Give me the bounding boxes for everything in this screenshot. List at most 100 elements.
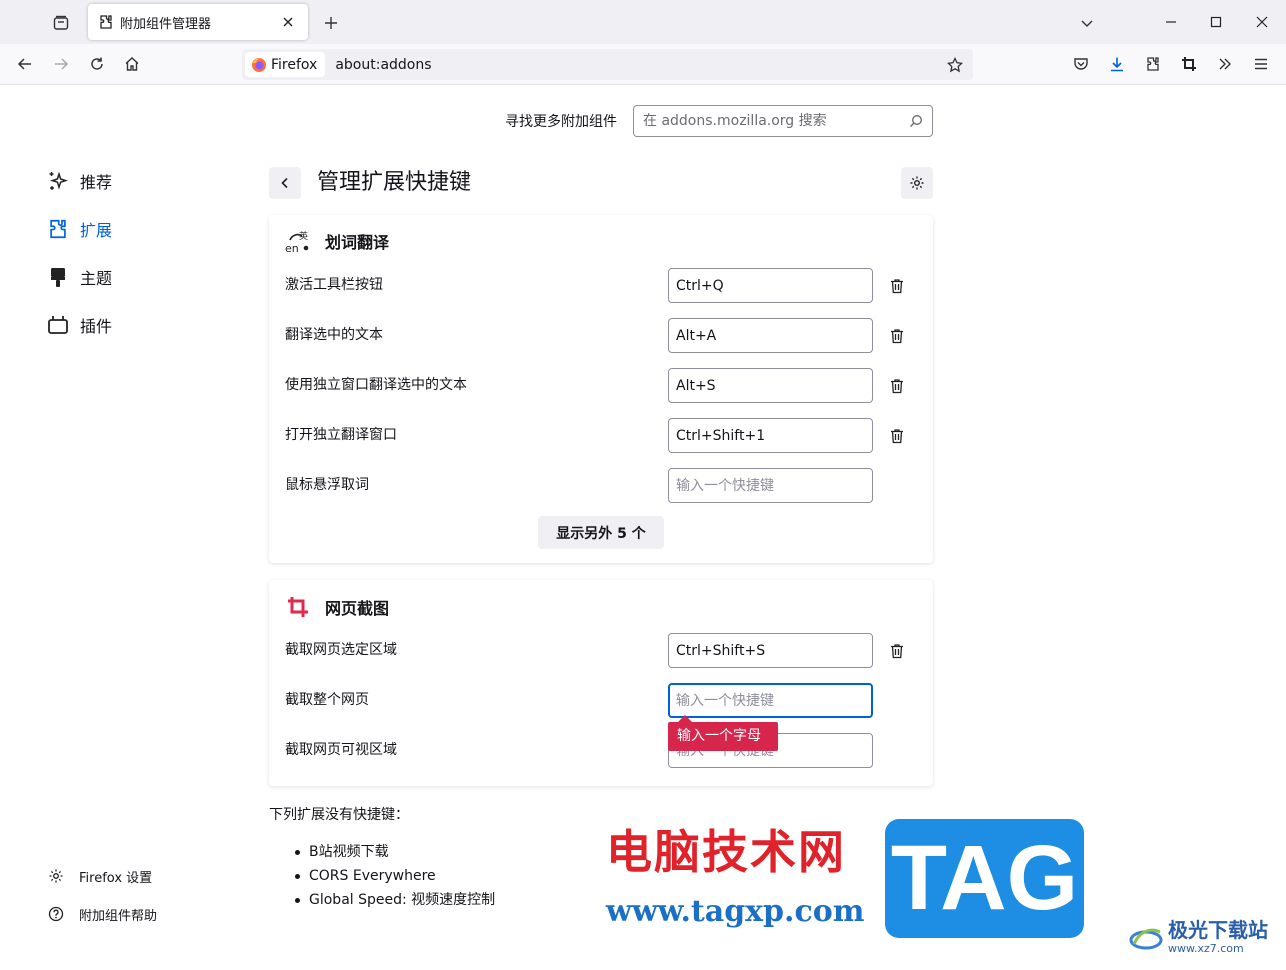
reload-button[interactable] — [83, 50, 111, 78]
url-text[interactable]: about:addons — [335, 57, 431, 73]
firefox-view-icon — [53, 15, 69, 30]
shortcut-input[interactable] — [668, 368, 873, 403]
help-icon — [46, 904, 66, 924]
screenshot-button[interactable] — [1175, 50, 1203, 78]
arrow-right-icon — [55, 58, 69, 70]
watermark-site-name: 极光下载站 — [1168, 918, 1268, 942]
sidebar-item-recommended[interactable]: 推荐 — [46, 166, 112, 196]
firefox-settings-link[interactable]: Firefox 设置 — [46, 864, 152, 888]
shortcut-label: 截取整个网页 — [285, 692, 369, 708]
list-all-tabs-button[interactable] — [1074, 10, 1100, 36]
overflow-button[interactable] — [1211, 50, 1239, 78]
aurora-logo-icon — [1129, 928, 1163, 950]
firefox-view-button[interactable] — [46, 10, 76, 36]
shortcut-label: 打开独立翻译窗口 — [285, 427, 397, 443]
shortcut-row: 使用独立窗口翻译选中的文本 — [285, 368, 917, 403]
shortcut-input[interactable] — [668, 268, 873, 303]
addons-search-input[interactable] — [643, 113, 909, 129]
shortcut-row: 鼠标悬浮取词 — [285, 468, 917, 503]
addons-search-box[interactable] — [633, 105, 933, 137]
list-item: CORS Everywhere — [295, 864, 495, 888]
shortcut-input[interactable] — [668, 633, 873, 668]
identity-box[interactable]: Firefox — [245, 52, 326, 77]
shortcut-input[interactable] — [668, 468, 873, 503]
remove-shortcut-button[interactable] — [885, 324, 909, 348]
download-icon — [1111, 57, 1123, 72]
new-tab-button[interactable] — [318, 10, 344, 36]
page-title: 管理扩展快捷键 — [317, 170, 472, 195]
home-button[interactable] — [118, 50, 146, 78]
sidebar-item-label: 扩展 — [80, 221, 113, 240]
list-item: B站视频下载 — [295, 840, 495, 864]
no-shortcuts-list: B站视频下载 CORS Everywhere Global Speed: 视频速… — [295, 840, 495, 912]
remove-shortcut-button[interactable] — [885, 274, 909, 298]
shortcut-row: 截取网页选定区域 — [285, 633, 917, 668]
extensions-button[interactable] — [1139, 50, 1167, 78]
trash-icon — [891, 329, 903, 344]
trash-icon — [891, 644, 903, 659]
puzzle-icon — [100, 15, 112, 29]
translate-icon: en 英 — [285, 228, 311, 254]
shortcut-input-focused[interactable] — [668, 683, 873, 718]
minimize-button[interactable] — [1156, 8, 1186, 36]
forward-button[interactable] — [47, 50, 75, 78]
menu-button[interactable] — [1247, 50, 1275, 78]
arrow-left-icon — [17, 58, 31, 70]
watermark-url: www.tagxp.com — [606, 894, 865, 929]
watermark-cn-text: 电脑技术网 — [606, 825, 846, 879]
list-item: Global Speed: 视频速度控制 — [295, 888, 495, 912]
downloads-button[interactable] — [1103, 50, 1131, 78]
trash-icon — [891, 379, 903, 394]
page-options-button[interactable] — [901, 167, 933, 199]
star-icon — [947, 57, 963, 73]
shortcut-input[interactable] — [668, 318, 873, 353]
shortcut-label: 截取网页可视区域 — [285, 742, 397, 758]
maximize-button[interactable] — [1201, 8, 1231, 36]
no-shortcuts-title: 下列扩展没有快捷键： — [269, 807, 409, 823]
shortcut-error-tooltip: 输入一个字母 — [668, 715, 778, 751]
sidebar-item-themes[interactable]: 主题 — [46, 262, 112, 292]
close-icon — [283, 17, 293, 27]
firefox-logo-icon — [252, 57, 266, 72]
remove-shortcut-button[interactable] — [885, 424, 909, 448]
sidebar-item-extensions[interactable]: 扩展 — [46, 214, 112, 244]
back-to-extensions-button[interactable] — [269, 167, 301, 199]
crop-icon — [285, 594, 311, 620]
sidebar-item-label: 插件 — [80, 317, 113, 336]
pocket-button[interactable] — [1067, 50, 1095, 78]
shortcut-label: 激活工具栏按钮 — [285, 277, 383, 293]
remove-shortcut-button[interactable] — [885, 374, 909, 398]
back-button[interactable] — [11, 50, 39, 78]
chevron-down-icon — [1081, 20, 1093, 27]
active-tab[interactable]: 附加组件管理器 — [88, 4, 308, 40]
window-close-button[interactable] — [1247, 8, 1277, 36]
extension-name: 网页截图 — [325, 599, 390, 618]
find-more-label: 寻找更多附加组件 — [505, 114, 617, 130]
shortcut-label: 鼠标悬浮取词 — [285, 477, 369, 493]
shortcut-row: 打开独立翻译窗口 — [285, 418, 917, 453]
gear-icon — [910, 176, 924, 190]
watermark-site: 极光下载站 www.xz7.com — [1128, 918, 1268, 956]
trash-icon — [891, 279, 903, 294]
url-bar[interactable]: Firefox about:addons — [242, 49, 973, 80]
remove-shortcut-button[interactable] — [885, 639, 909, 663]
search-icon — [910, 115, 922, 127]
sidebar-item-plugins[interactable]: 插件 — [46, 310, 112, 340]
bookmark-star-button[interactable] — [943, 53, 967, 77]
gear-icon — [46, 866, 66, 886]
addons-help-link[interactable]: 附加组件帮助 — [46, 902, 157, 926]
close-tab-button[interactable] — [278, 12, 298, 32]
watermark-site-domain: www.xz7.com — [1168, 942, 1244, 955]
navigation-toolbar: Firefox about:addons — [0, 44, 1286, 85]
svg-text:en: en — [285, 242, 299, 254]
shortcut-label: 截取网页选定区域 — [285, 642, 397, 658]
show-more-shortcuts-button[interactable]: 显示另外 5 个 — [538, 516, 664, 549]
shortcut-row: 翻译选中的文本 — [285, 318, 917, 353]
extension-name: 划词翻译 — [325, 233, 390, 252]
shortcut-row: 激活工具栏按钮 — [285, 268, 917, 303]
hamburger-icon — [1255, 58, 1267, 70]
shortcut-input[interactable] — [668, 418, 873, 453]
sidebar-footer-label: Firefox 设置 — [79, 870, 153, 886]
shortcut-row: 截取整个网页 — [285, 683, 917, 718]
extension-header: en 英 划词翻译 — [285, 228, 389, 254]
